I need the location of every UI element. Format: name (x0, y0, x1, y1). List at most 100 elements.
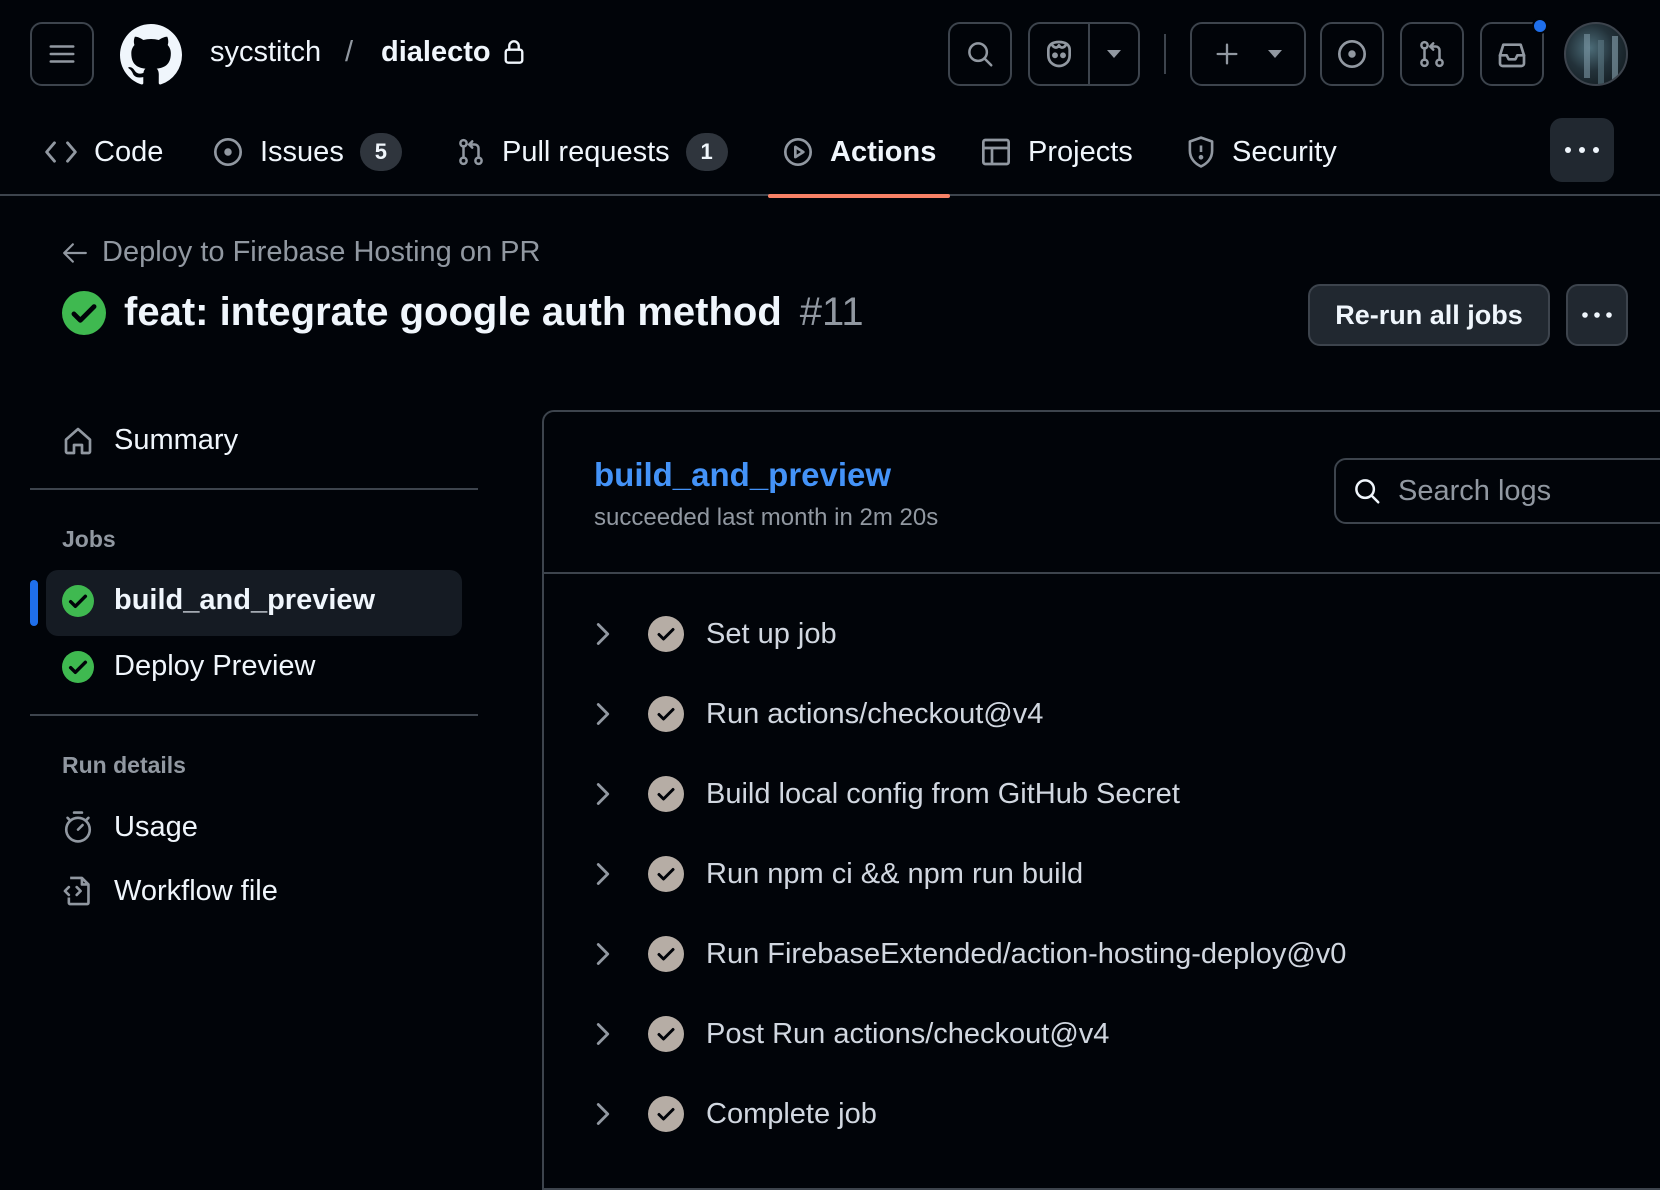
more-tabs-button[interactable] (1550, 118, 1614, 182)
sidebar-job-deploy-preview[interactable]: Deploy Preview (62, 650, 315, 683)
sidebar-item-label: Usage (114, 810, 198, 843)
table-icon (982, 138, 1010, 166)
job-title-link[interactable]: build_and_preview (594, 456, 891, 494)
create-new-button[interactable] (1190, 22, 1306, 86)
home-icon (64, 427, 92, 454)
github-mark-icon (120, 24, 182, 85)
sidebar-job-build-and-preview[interactable]: build_and_preview (62, 584, 375, 617)
copilot-button-group (1028, 22, 1140, 86)
code-icon (45, 141, 77, 163)
sidebar-item-summary[interactable]: Summary (62, 424, 238, 457)
job-step-row[interactable]: Complete job (594, 1084, 877, 1144)
search-logs-field[interactable] (1334, 458, 1660, 524)
sidebar-item-label: Summary (114, 424, 239, 456)
tab-code[interactable]: Code (44, 128, 163, 176)
step-label: Run actions/checkout@v4 (706, 697, 1044, 730)
tab-label: Actions (830, 135, 937, 168)
copilot-dropdown-button[interactable] (1090, 24, 1138, 84)
triangle-down-icon (1107, 50, 1121, 58)
copilot-button[interactable] (1030, 24, 1090, 84)
sidebar-item-label: Workflow file (114, 874, 278, 907)
job-header: build_and_preview succeeded last month i… (544, 412, 1660, 574)
tab-pull-requests[interactable]: Pull requests 1 (456, 128, 728, 176)
sidebar-divider (30, 488, 478, 490)
your-issues-button[interactable] (1320, 22, 1384, 86)
stopwatch-icon (64, 811, 92, 843)
tab-actions[interactable]: Actions (767, 128, 951, 198)
arrow-left-icon (63, 242, 87, 263)
global-header: sycstitch / dialecto (0, 0, 1660, 108)
job-step-row[interactable]: Set up job (594, 604, 837, 664)
run-options-button[interactable] (1566, 284, 1628, 346)
selected-job-indicator (30, 580, 38, 626)
sidebar-item-workflow-file[interactable]: Workflow file (62, 874, 278, 908)
tab-issues[interactable]: Issues 5 (212, 128, 402, 176)
job-step-row[interactable]: Build local config from GitHub Secret (594, 764, 1180, 824)
tab-label: Projects (1028, 135, 1133, 168)
your-pull-requests-button[interactable] (1400, 22, 1464, 86)
run-details-heading: Run details (62, 752, 186, 778)
chevron-right-icon (594, 1021, 624, 1047)
lock-icon (504, 40, 524, 64)
tab-projects[interactable]: Projects (980, 128, 1133, 176)
search-logs-input[interactable] (1398, 474, 1660, 508)
check-circle-fill-icon (62, 650, 94, 683)
repo-nav: Code Issues 5 Pull requests 1 Actions Pr… (0, 108, 1660, 198)
chevron-right-icon (594, 621, 624, 647)
step-label: Post Run actions/checkout@v4 (706, 1017, 1110, 1050)
job-log-panel: build_and_preview succeeded last month i… (542, 410, 1660, 1190)
check-circle-icon (648, 776, 684, 812)
repo-owner-link[interactable]: sycstitch (210, 32, 321, 72)
rerun-all-jobs-button[interactable]: Re-run all jobs (1308, 284, 1550, 346)
step-label: Run FirebaseExtended/action-hosting-depl… (706, 937, 1347, 970)
check-circle-fill-icon (62, 290, 106, 335)
tab-security[interactable]: Security (1186, 128, 1337, 176)
issue-opened-icon (214, 138, 242, 166)
sidebar-item-label: build_and_preview (114, 584, 376, 616)
breadcrumb-separator: / (345, 36, 354, 68)
repo-name: dialecto (381, 36, 491, 68)
check-circle-fill-icon (62, 584, 94, 617)
chevron-right-icon (594, 1101, 624, 1127)
chevron-right-icon (594, 781, 624, 807)
play-icon (784, 138, 812, 166)
chevron-right-icon (594, 701, 624, 727)
check-circle-icon (648, 1016, 684, 1052)
step-label: Set up job (706, 617, 837, 650)
file-code-icon (63, 876, 90, 906)
job-step-row[interactable]: Run npm ci && npm run build (594, 844, 1083, 904)
menu-button[interactable] (30, 22, 94, 86)
check-circle-icon (648, 616, 684, 652)
sidebar-item-usage[interactable]: Usage (62, 810, 198, 844)
tab-label: Code (94, 135, 164, 168)
page-title: feat: integrate google auth method #11 (62, 290, 864, 335)
job-step-row[interactable]: Run FirebaseExtended/action-hosting-depl… (594, 924, 1346, 984)
search-button[interactable] (948, 22, 1012, 86)
git-pull-request-icon (459, 138, 483, 166)
back-to-workflow-link[interactable]: Deploy to Firebase Hosting on PR (62, 236, 540, 269)
shield-icon (1188, 136, 1214, 168)
search-icon (968, 42, 993, 67)
issues-count-badge: 5 (359, 133, 402, 171)
check-circle-icon (648, 856, 684, 892)
hamburger-icon (49, 45, 75, 63)
step-label: Build local config from GitHub Secret (706, 777, 1180, 810)
tab-label: Security (1232, 135, 1337, 168)
triangle-down-icon (1268, 50, 1282, 58)
run-number: #11 (799, 290, 864, 334)
sidebar-item-label: Deploy Preview (114, 650, 316, 682)
job-step-row[interactable]: Run actions/checkout@v4 (594, 684, 1043, 744)
kebab-horizontal-icon (1582, 312, 1612, 318)
chevron-right-icon (594, 861, 624, 887)
inbox-icon (1498, 43, 1526, 68)
run-title: feat: integrate google auth method (124, 290, 782, 334)
tab-label: Pull requests (502, 135, 670, 168)
user-avatar[interactable] (1564, 22, 1628, 86)
job-step-row[interactable]: Post Run actions/checkout@v4 (594, 1004, 1109, 1064)
github-logo[interactable] (120, 24, 182, 86)
header-divider (1164, 34, 1166, 74)
repo-name-link[interactable]: dialecto (381, 32, 525, 72)
pull-requests-count-badge: 1 (685, 133, 728, 171)
jobs-heading: Jobs (62, 526, 116, 552)
copilot-icon (1047, 40, 1071, 68)
